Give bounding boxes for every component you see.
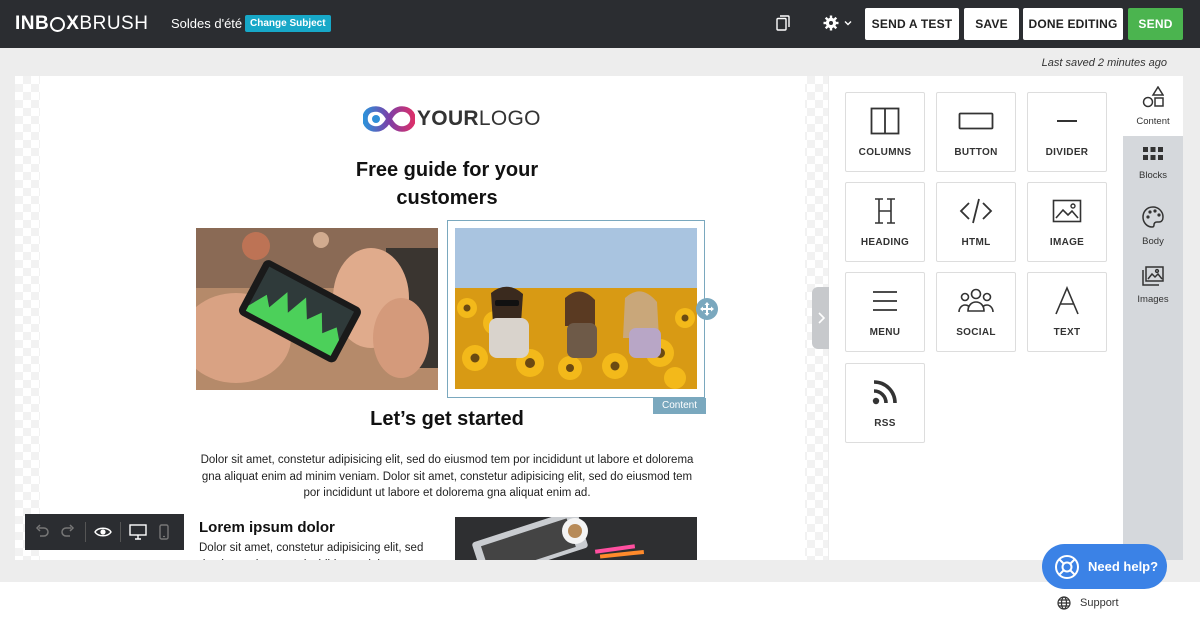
send-test-button[interactable]: SEND A TEST [865,8,959,40]
tab-images[interactable]: Images [1123,256,1183,316]
heading-icon [871,195,899,227]
move-handle[interactable] [696,298,718,320]
desktop-view-icon[interactable] [125,514,151,550]
undo-icon[interactable] [29,514,55,550]
image-icon [1052,195,1082,227]
change-subject-button[interactable]: Change Subject [245,15,331,32]
tab-blocks[interactable]: Blocks [1123,136,1183,196]
mobile-view-icon[interactable] [151,514,177,550]
tile-label: HEADING [860,237,910,248]
tile-social[interactable]: SOCIAL [936,272,1016,352]
settings-dropdown[interactable] [823,15,853,36]
tile-label: HTML [961,237,991,248]
button-icon [958,105,994,137]
sunflower-friends-image[interactable] [455,228,697,389]
tab-label: Images [1137,294,1169,305]
selection-label[interactable]: Content [653,398,706,414]
copy-icon[interactable] [776,15,790,36]
tile-divider[interactable]: DIVIDER [1027,92,1107,172]
phone-chart-image[interactable] [196,228,438,390]
tile-columns[interactable]: COLUMNS [845,92,925,172]
footer [0,582,1200,620]
lifebuoy-icon [1054,554,1080,580]
globe-icon [1057,596,1071,610]
support-link[interactable]: Support [1057,596,1119,610]
menu-icon [871,285,899,317]
floating-toolbar [25,514,184,550]
tile-label: DIVIDER [1045,147,1089,158]
columns-icon [870,105,900,137]
tile-label: SOCIAL [956,327,996,338]
tile-label: IMAGE [1049,237,1085,248]
chevron-right-icon [817,312,825,324]
toolbar-divider [85,522,86,542]
tab-label: Blocks [1139,170,1167,181]
sub-heading[interactable]: Lorem ipsum dolor [199,519,335,536]
brand-logo-mark-icon [363,106,415,132]
email-body[interactable]: YOURLOGO Free guide for your customers C… [40,76,805,560]
toolbar-divider [120,522,121,542]
shapes-icon [1142,85,1165,113]
redo-icon[interactable] [55,514,81,550]
tile-text[interactable]: TEXT [1027,272,1107,352]
tile-rss[interactable]: RSS [845,363,925,443]
side-tabs: Content Blocks Body Images [1123,76,1183,560]
save-button[interactable]: SAVE [964,8,1019,40]
tile-heading[interactable]: HEADING [845,182,925,262]
tile-label: RSS [874,418,896,429]
logo-text-right: BRUSH [79,13,149,34]
tile-button[interactable]: BUTTON [936,92,1016,172]
text-icon [1054,285,1080,317]
divider-icon [1055,105,1079,137]
move-icon [700,302,714,316]
editor-canvas[interactable]: YOURLOGO Free guide for your customers C… [15,76,828,560]
tile-label: COLUMNS [858,147,912,158]
brand-logo-text-light: LOGO [478,107,541,130]
collapse-panel-handle[interactable] [812,287,829,349]
app-logo: INB X BRUSH [15,13,148,35]
tile-label: BUTTON [954,147,998,158]
logo-text-mid: X [66,13,80,34]
social-icon [958,285,994,317]
send-button[interactable]: SEND [1128,8,1183,40]
email-subject: Soldes d'été [171,16,243,31]
desk-laptop-image[interactable] [455,517,697,560]
gear-icon [823,15,852,31]
logo-envelope-icon [50,16,66,32]
content-panel: COLUMNS BUTTON DIVIDER HEADING HTML IMAG… [829,76,1123,560]
tab-content[interactable]: Content [1123,76,1183,136]
tab-label: Body [1142,236,1164,247]
tile-html[interactable]: HTML [936,182,1016,262]
tile-label: TEXT [1053,327,1081,338]
done-editing-button[interactable]: DONE EDITING [1023,8,1123,40]
preview-eye-icon[interactable] [90,514,116,550]
tab-body[interactable]: Body [1123,196,1183,256]
tab-label: Content [1136,116,1170,127]
rss-icon [872,376,898,408]
palette-icon [1142,206,1164,233]
tile-menu[interactable]: MENU [845,272,925,352]
tile-label: MENU [869,327,901,338]
section-paragraph[interactable]: Dolor sit amet, constetur adipisicing el… [194,452,700,502]
last-saved-status: Last saved 2 minutes ago [1041,57,1167,69]
sub-paragraph[interactable]: Dolor sit amet, constetur adipisicing el… [199,540,439,560]
top-bar: INB X BRUSH Soldes d'été Change Subject … [0,0,1200,48]
code-icon [959,195,993,227]
images-icon [1142,266,1164,291]
grid-icon [1142,146,1164,167]
logo-text-left: INB [15,13,50,34]
need-help-label: Need help? [1088,559,1159,574]
need-help-button[interactable]: Need help? [1042,544,1167,589]
brand-logo-text-bold: YOUR [417,107,479,130]
brand-logo[interactable]: YOURLOGO [363,105,541,133]
support-label: Support [1080,597,1119,609]
section-heading[interactable]: Let’s get started [310,408,584,431]
tile-image[interactable]: IMAGE [1027,182,1107,262]
hero-heading[interactable]: Free guide for your customers [310,156,584,212]
